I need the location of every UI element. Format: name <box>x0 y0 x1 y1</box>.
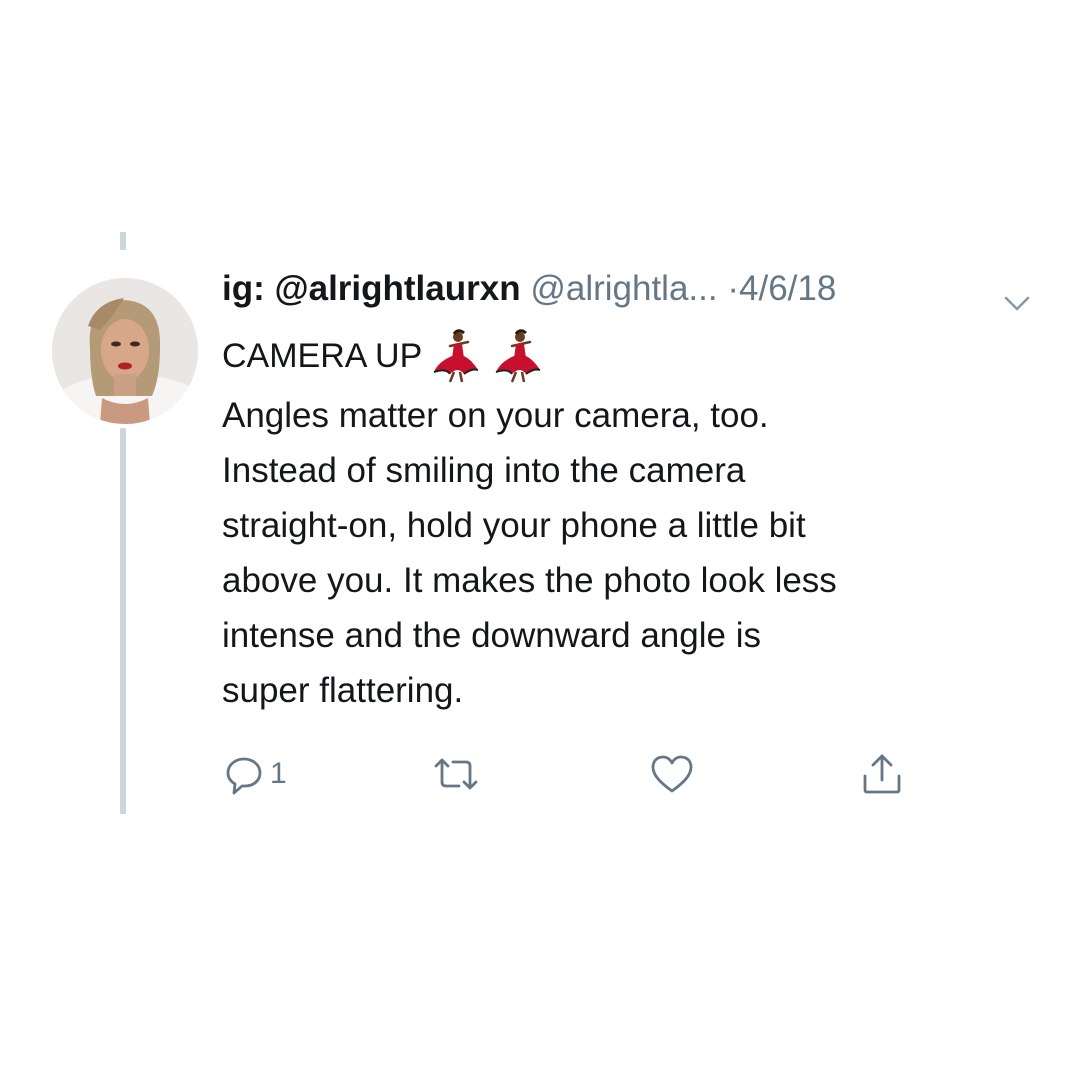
heart-icon <box>648 752 696 796</box>
user-handle[interactable]: @alrightla... <box>530 269 717 308</box>
chevron-down-icon[interactable] <box>1002 280 1032 311</box>
tweet-body-line: Angles matter on your camera, too. <box>222 396 769 435</box>
avatar[interactable] <box>52 278 198 424</box>
tweet-header: ig: @alrightlaurxn @alrightla... ·4/6/18 <box>222 266 1062 314</box>
tweet-body-line: straight-on, hold your phone a little bi… <box>222 506 806 545</box>
thread-line <box>120 428 126 814</box>
tweet-actions: 1 <box>218 746 918 802</box>
tweet-date[interactable]: 4/6/18 <box>739 269 836 308</box>
separator-dot: · <box>727 269 739 308</box>
tweet-body-line: super flattering. <box>222 671 464 710</box>
reply-count: 1 <box>270 757 287 790</box>
thread-line-top <box>120 232 126 250</box>
tweet-body-line: intense and the downward angle is <box>222 616 761 655</box>
tweet-body: Angles matter on your camera, too. Inste… <box>222 388 1052 718</box>
display-name[interactable]: ig: @alrightlaurxn <box>222 269 521 308</box>
tweet-title-text: CAMERA UP <box>222 337 423 375</box>
tweet-body-line: Instead of smiling into the camera <box>222 451 746 490</box>
dancer-emoji-1 <box>428 328 484 384</box>
tweet-title-line: CAMERA UP <box>222 328 546 384</box>
dancer-emoji-2 <box>490 328 546 384</box>
tweet-body-line: above you. It makes the photo look less <box>222 561 837 600</box>
share-icon <box>858 750 906 798</box>
share-button[interactable] <box>858 746 906 802</box>
speech-bubble-icon <box>222 752 266 796</box>
like-button[interactable] <box>648 746 696 802</box>
retweet-icon <box>430 752 482 796</box>
retweet-button[interactable] <box>430 746 482 802</box>
reply-button[interactable]: 1 <box>222 746 287 802</box>
